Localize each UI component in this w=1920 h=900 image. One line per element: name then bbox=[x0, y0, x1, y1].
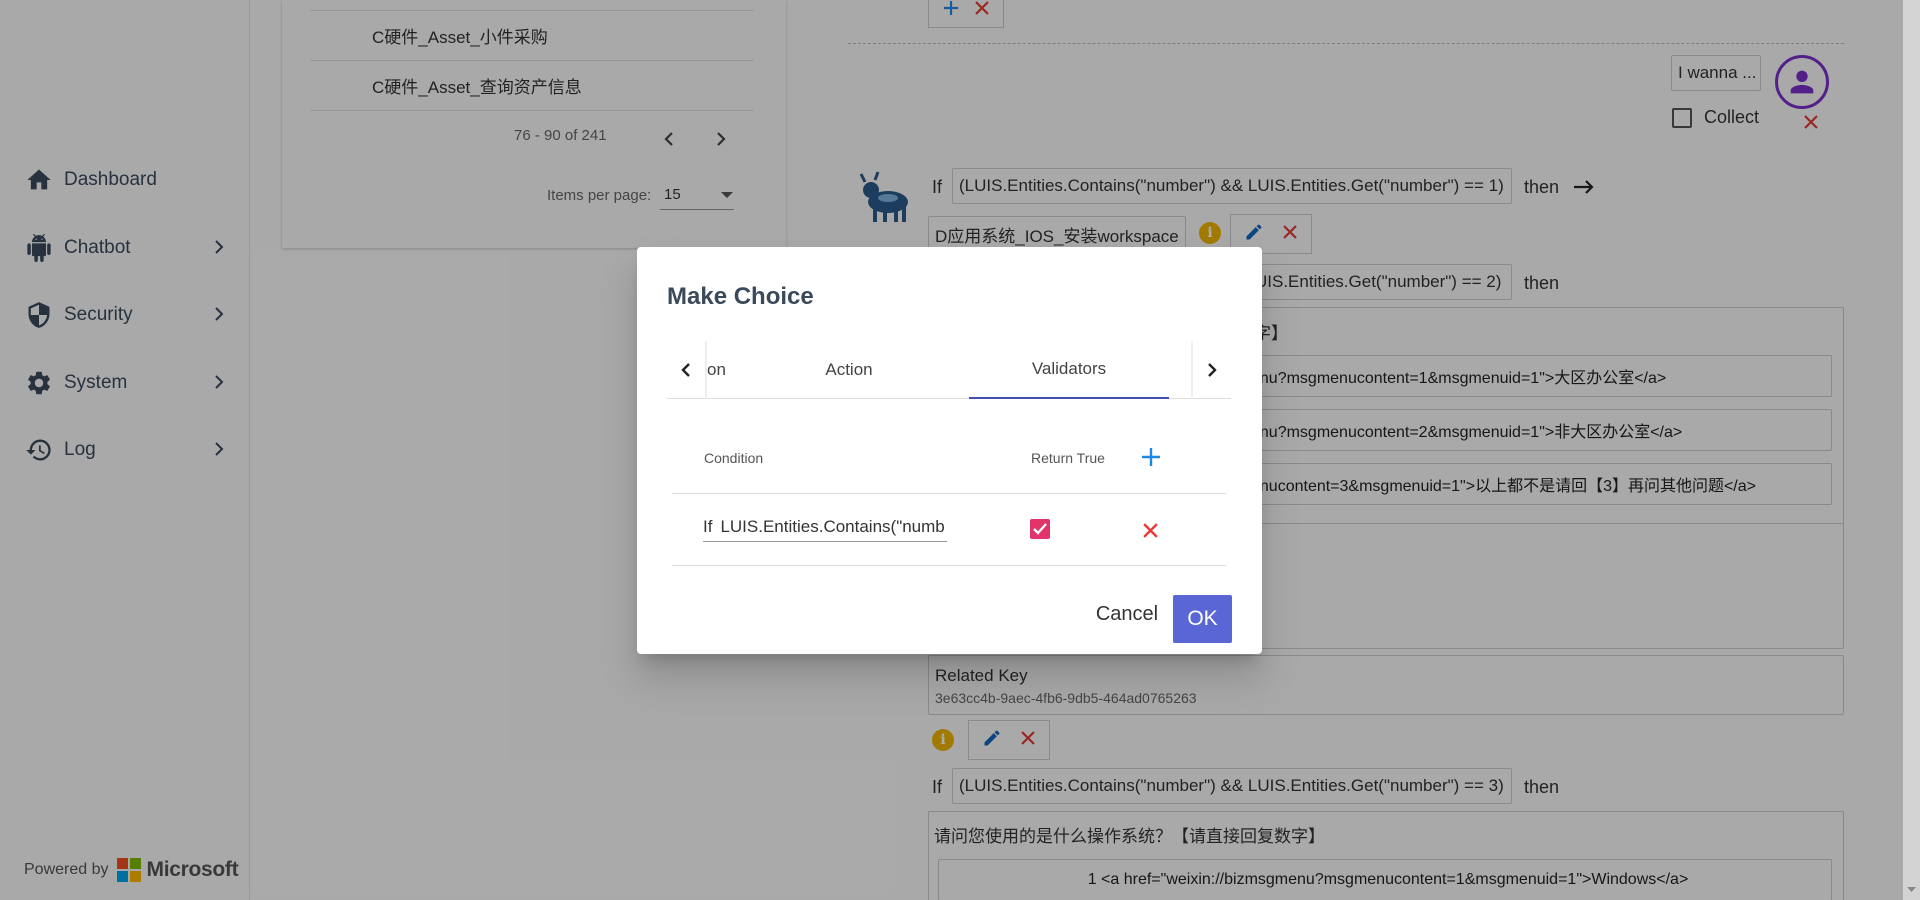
condition-value: LUIS.Entities.Contains("numb bbox=[720, 516, 945, 536]
divider bbox=[672, 565, 1226, 566]
chevron-left-icon bbox=[681, 363, 690, 377]
scrollbar[interactable] bbox=[1903, 0, 1920, 900]
chevron-right-icon bbox=[1208, 363, 1217, 377]
tab-action[interactable]: Action bbox=[769, 341, 929, 399]
tab-bar: on Action Validators bbox=[667, 341, 1231, 399]
divider bbox=[672, 493, 1226, 494]
checkmark-icon bbox=[1033, 523, 1047, 535]
add-validator-icon[interactable] bbox=[1140, 446, 1162, 473]
ok-button[interactable]: OK bbox=[1173, 595, 1232, 643]
delete-validator-icon[interactable] bbox=[1142, 522, 1159, 544]
column-header-return-true: Return True bbox=[1031, 450, 1105, 466]
tab-validators[interactable]: Validators bbox=[969, 341, 1169, 399]
make-choice-dialog: Make Choice on Action Validators Conditi… bbox=[637, 247, 1262, 654]
tab-scroll-right-button[interactable] bbox=[1191, 341, 1231, 399]
if-prefix: If bbox=[703, 516, 713, 536]
dialog-title: Make Choice bbox=[667, 283, 814, 310]
condition-input[interactable]: If LUIS.Entities.Contains("numb bbox=[703, 512, 947, 542]
column-header-condition: Condition bbox=[704, 450, 764, 466]
tab-partial[interactable]: on bbox=[707, 341, 729, 399]
cancel-button[interactable]: Cancel bbox=[1092, 594, 1162, 634]
scroll-down-icon bbox=[1907, 887, 1916, 892]
tab-scroll-left-button[interactable] bbox=[667, 341, 707, 399]
return-true-checkbox[interactable] bbox=[1030, 519, 1050, 539]
